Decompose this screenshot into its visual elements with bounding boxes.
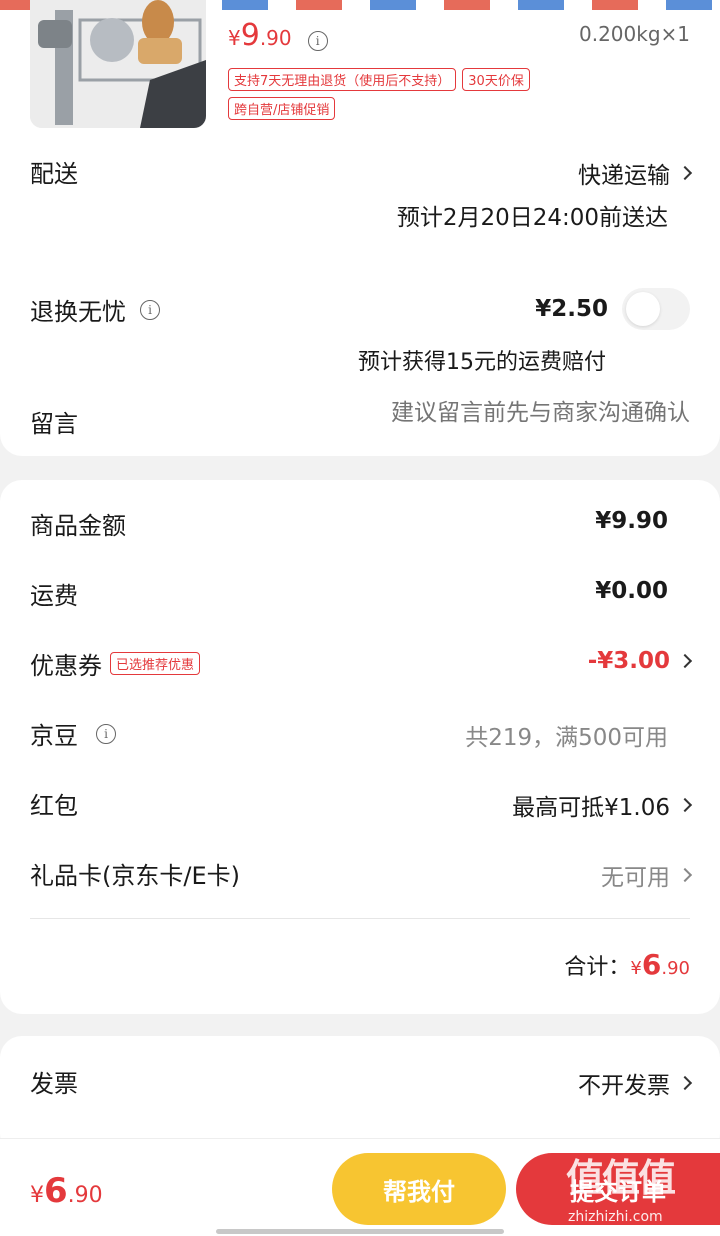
- divider: [30, 918, 690, 919]
- coupon-amount: -¥3.00: [587, 648, 670, 674]
- jingdou-value: 共219，满500可用: [465, 725, 668, 751]
- subtotal-int: 6: [641, 948, 662, 981]
- bottom-int: 6: [44, 1171, 68, 1211]
- tag-promo: 跨自营/店铺促销: [228, 97, 336, 120]
- watermark-site: zhizhizhi.com: [568, 1209, 663, 1225]
- bottom-dec: .90: [67, 1183, 103, 1208]
- bottom-total: ¥ 6 .90: [30, 1171, 103, 1211]
- weight-qty: 0.200kg×1: [578, 22, 690, 46]
- jingdou-info-icon[interactable]: i: [96, 723, 116, 744]
- return-worry-toggle[interactable]: [622, 288, 690, 330]
- chevron-right-icon: [677, 1075, 693, 1091]
- price-symbol: ¥: [228, 26, 241, 50]
- return-info-icon[interactable]: i: [140, 299, 160, 320]
- coupon-badge: 已选推荐优惠: [110, 652, 201, 675]
- tag-7day-return: 支持7天无理由退货（使用后不支持）: [228, 68, 457, 91]
- giftcard-value[interactable]: 无可用: [601, 858, 693, 892]
- bottom-symbol: ¥: [30, 1183, 44, 1208]
- service-tags: 支持7天无理由退货（使用后不支持） 30天价保 跨自营/店铺促销: [228, 68, 628, 120]
- subtotal-label: 合计：: [564, 955, 631, 980]
- help-pay-button[interactable]: 帮我付: [332, 1153, 506, 1225]
- shipping-row: 运费: [30, 576, 690, 611]
- invoice-value[interactable]: 不开发票: [578, 1066, 693, 1100]
- chevron-right-icon: [677, 165, 693, 181]
- giftcard-row[interactable]: 礼品卡(京东卡/E卡): [30, 856, 690, 891]
- delivery-method-text: 快递运输: [578, 163, 670, 189]
- toggle-knob: [626, 292, 660, 326]
- subtotal: 合计： ¥ 6 .90: [564, 948, 690, 981]
- shipping-label: 运费: [30, 582, 78, 610]
- subtotal-symbol: ¥: [630, 958, 642, 979]
- invoice-text: 不开发票: [578, 1073, 670, 1099]
- watermark-logo: 值值值: [566, 1156, 676, 1200]
- redpack-value[interactable]: 最高可抵¥1.06: [512, 788, 693, 822]
- return-worry-label: 退换无忧: [30, 298, 126, 326]
- giftcard-text: 无可用: [601, 865, 670, 891]
- price-dec: .90: [259, 26, 292, 50]
- product-card: ¥ 9 .90 i 0.200kg×1 支持7天无理由退货（使用后不支持） 30…: [0, 0, 720, 456]
- goods-amount-label: 商品金额: [30, 512, 126, 540]
- message-label: 留言: [30, 410, 78, 438]
- price-int: 9: [240, 18, 260, 53]
- price-info-icon[interactable]: i: [307, 31, 328, 51]
- redpack-label: 红包: [30, 792, 78, 820]
- chevron-right-icon: [677, 653, 693, 669]
- coupon-value[interactable]: -¥3.00: [587, 648, 693, 674]
- coupon-label: 优惠券: [30, 652, 102, 680]
- delivery-method[interactable]: 快递运输: [578, 156, 693, 190]
- delivery-label: 配送: [30, 160, 78, 188]
- chevron-right-icon: [677, 797, 693, 813]
- jingdou-label: 京豆: [30, 722, 78, 750]
- chevron-right-icon: [677, 867, 693, 883]
- return-worry-price: ¥2.50: [535, 296, 608, 322]
- goods-amount-value: ¥9.90: [595, 508, 668, 534]
- amount-card: 商品金额 ¥9.90 运费 ¥0.00 优惠券 已选推荐优惠 -¥3.00 京豆…: [0, 480, 720, 1014]
- message-input[interactable]: [310, 400, 690, 426]
- goods-amount-row: 商品金额: [30, 506, 690, 541]
- return-worry-note: 预计获得15元的运费赔付: [358, 350, 606, 375]
- subtotal-dec: .90: [661, 958, 690, 979]
- bottom-bar: ¥ 6 .90 帮我付 提交订单 值值值 zhizhizhi.com: [0, 1138, 720, 1236]
- redpack-amount: 最高可抵¥1.06: [512, 795, 670, 821]
- delivery-eta: 预计2月20日24:00前送达: [396, 205, 668, 231]
- product-image[interactable]: [30, 0, 206, 128]
- giftcard-label: 礼品卡(京东卡/E卡): [30, 862, 240, 890]
- product-price: ¥ 9 .90 i: [228, 18, 328, 53]
- tag-30day-price: 30天价保: [462, 68, 530, 91]
- invoice-label: 发票: [30, 1070, 78, 1098]
- home-indicator: [216, 1229, 504, 1234]
- shipping-value: ¥0.00: [595, 578, 668, 604]
